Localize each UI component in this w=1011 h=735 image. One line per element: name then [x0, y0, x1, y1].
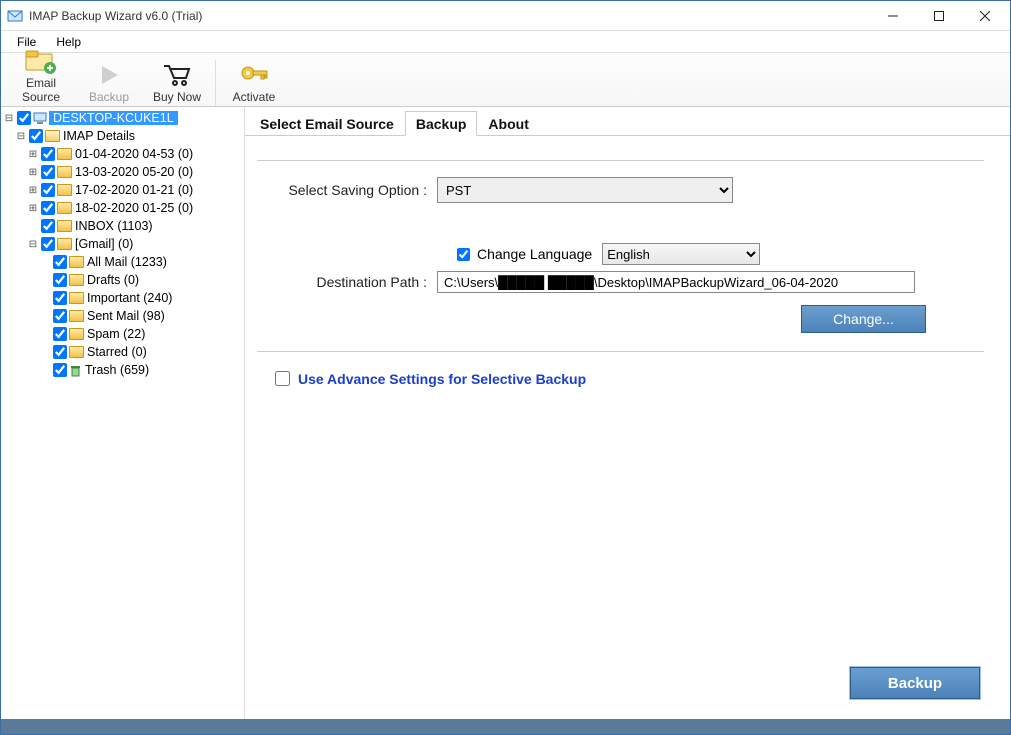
expand-icon[interactable]: ⊞ [27, 185, 39, 196]
folder-icon [69, 346, 84, 358]
tab-about[interactable]: About [477, 111, 539, 135]
tab-select-email-source[interactable]: Select Email Source [249, 111, 405, 135]
change-language-checkbox[interactable] [457, 248, 470, 261]
toolbar-backup[interactable]: Backup [75, 60, 143, 106]
tree-allmail[interactable]: All Mail (1233) [3, 253, 242, 271]
checkbox[interactable] [41, 201, 55, 215]
checkbox[interactable] [53, 345, 67, 359]
computer-icon [33, 112, 47, 124]
destination-path-input[interactable] [437, 271, 915, 293]
tab-page-backup: Select Saving Option : PST Change Langua… [245, 135, 1010, 399]
advance-settings-label: Use Advance Settings for Selective Backu… [298, 371, 586, 387]
tree-imap-details[interactable]: ⊟ IMAP Details [3, 127, 242, 145]
destination-path-label: Destination Path : [257, 274, 437, 290]
app-icon [7, 8, 23, 24]
saving-option-label: Select Saving Option : [257, 182, 437, 198]
tree-root[interactable]: ⊟ DESKTOP-KCUKE1L [3, 109, 242, 127]
folder-icon [69, 274, 84, 286]
folder-open-icon [45, 130, 60, 142]
checkbox[interactable] [41, 237, 55, 251]
backup-button[interactable]: Backup [850, 667, 980, 699]
expand-icon[interactable]: ⊞ [27, 203, 39, 214]
tabbar: Select Email Source Backup About [245, 107, 1010, 135]
toolbar-buy-now[interactable]: Buy Now [143, 60, 211, 106]
main-panel: Select Email Source Backup About Select … [245, 107, 1010, 719]
folder-icon [57, 202, 72, 214]
divider [257, 160, 984, 161]
checkbox[interactable] [41, 165, 55, 179]
collapse-icon[interactable]: ⊟ [3, 113, 15, 124]
window-title: IMAP Backup Wizard v6.0 (Trial) [29, 9, 870, 23]
change-language-label: Change Language [477, 246, 592, 262]
collapse-icon[interactable]: ⊟ [15, 131, 27, 142]
divider [257, 351, 984, 352]
folder-icon [69, 328, 84, 340]
tab-backup[interactable]: Backup [405, 111, 478, 136]
tree-gmail[interactable]: ⊟[Gmail] (0) [3, 235, 242, 253]
expand-icon[interactable]: ⊞ [27, 149, 39, 160]
cart-icon [143, 60, 211, 90]
content: ⊟ DESKTOP-KCUKE1L ⊟ IMAP Details ⊞01-04-… [1, 107, 1010, 719]
checkbox[interactable] [53, 255, 67, 269]
checkbox[interactable] [53, 327, 67, 341]
folder-icon [57, 166, 72, 178]
language-select[interactable]: English [602, 243, 760, 265]
toolbar-email-source[interactable]: Email Source [7, 46, 75, 106]
folder-icon [69, 256, 84, 268]
key-icon [220, 60, 288, 90]
saving-option-select[interactable]: PST [437, 177, 733, 203]
folder-icon [69, 310, 84, 322]
status-bar [1, 719, 1010, 734]
change-button[interactable]: Change... [801, 305, 926, 333]
tree-sentmail[interactable]: Sent Mail (98) [3, 307, 242, 325]
collapse-icon[interactable]: ⊟ [27, 239, 39, 250]
expand-icon[interactable]: ⊞ [27, 167, 39, 178]
toolbar-activate[interactable]: Activate [220, 60, 288, 106]
checkbox[interactable] [41, 183, 55, 197]
folder-icon [57, 184, 72, 196]
tree-item[interactable]: ⊞18-02-2020 01-25 (0) [3, 199, 242, 217]
trash-icon [69, 364, 82, 377]
folder-icon [57, 220, 72, 232]
close-button[interactable] [962, 1, 1008, 31]
tree-item[interactable]: ⊞17-02-2020 01-21 (0) [3, 181, 242, 199]
toolbar: Email Source Backup Buy Now Activate [1, 53, 1010, 107]
folder-tree[interactable]: ⊟ DESKTOP-KCUKE1L ⊟ IMAP Details ⊞01-04-… [1, 107, 245, 719]
folder-icon [69, 292, 84, 304]
checkbox[interactable] [53, 291, 67, 305]
advance-settings-checkbox[interactable] [275, 371, 290, 386]
checkbox[interactable] [53, 273, 67, 287]
tree-drafts[interactable]: Drafts (0) [3, 271, 242, 289]
checkbox[interactable] [41, 219, 55, 233]
checkbox[interactable] [53, 309, 67, 323]
maximize-button[interactable] [916, 1, 962, 31]
folder-add-icon [7, 46, 75, 76]
tree-important[interactable]: Important (240) [3, 289, 242, 307]
play-icon [75, 60, 143, 90]
checkbox[interactable] [17, 111, 31, 125]
menubar: File Help [1, 31, 1010, 53]
tree-item[interactable]: ⊞13-03-2020 05-20 (0) [3, 163, 242, 181]
tree-trash[interactable]: Trash (659) [3, 361, 242, 379]
folder-icon [57, 238, 72, 250]
toolbar-separator [215, 60, 216, 106]
tree-spam[interactable]: Spam (22) [3, 325, 242, 343]
checkbox[interactable] [53, 363, 67, 377]
advance-settings-row[interactable]: Use Advance Settings for Selective Backu… [271, 368, 984, 389]
tree-starred[interactable]: Starred (0) [3, 343, 242, 361]
checkbox[interactable] [41, 147, 55, 161]
tree-inbox[interactable]: INBOX (1103) [3, 217, 242, 235]
titlebar: IMAP Backup Wizard v6.0 (Trial) [1, 1, 1010, 31]
minimize-button[interactable] [870, 1, 916, 31]
folder-icon [57, 148, 72, 160]
checkbox[interactable] [29, 129, 43, 143]
tree-item[interactable]: ⊞01-04-2020 04-53 (0) [3, 145, 242, 163]
